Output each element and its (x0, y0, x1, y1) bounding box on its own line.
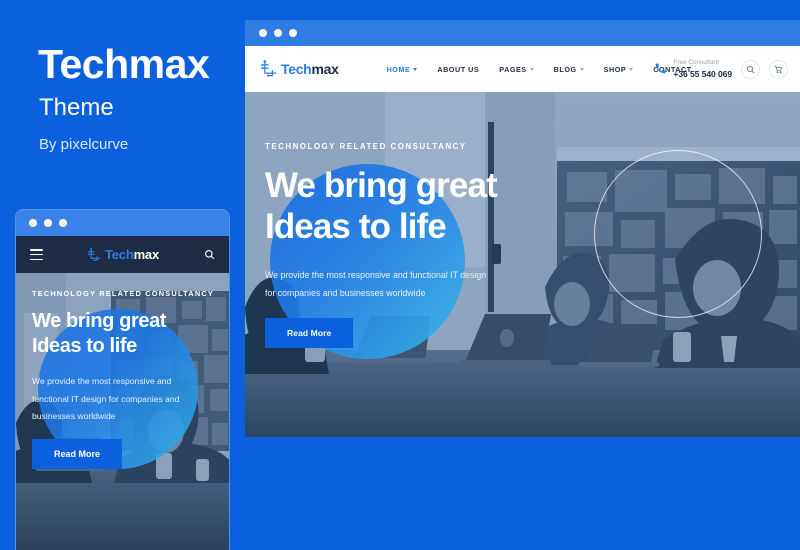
hamburger-icon[interactable] (30, 249, 43, 263)
hero-heading: We bring great Ideas to life (265, 165, 498, 248)
cart-icon (774, 65, 783, 73)
promo-subtitle: Theme (39, 94, 114, 121)
close-dot-icon[interactable] (29, 219, 37, 227)
search-button[interactable] (741, 59, 760, 79)
hero-paragraph-line2: for companies and businesses worldwide (265, 287, 426, 298)
main-navigation: HOME ABOUT US PAGES BLOG SHOP CONTACT (377, 65, 702, 74)
mobile-hero-eyebrow: TECHNOLOGY RELATED CONSULTANCY (32, 289, 215, 298)
chevron-down-icon (629, 67, 634, 71)
hero-heading-line1: We bring great (265, 166, 498, 205)
mobile-search-button[interactable] (204, 247, 215, 265)
maximize-dot-icon[interactable] (289, 29, 297, 37)
site-logo[interactable]: Techmax (259, 59, 339, 79)
promo-title: Techmax (38, 41, 210, 87)
logo-text-primary: Tech (281, 61, 312, 77)
close-dot-icon[interactable] (259, 29, 267, 37)
nav-item-home[interactable]: HOME (377, 65, 428, 74)
read-more-button[interactable]: Read More (265, 317, 354, 348)
nav-label: HOME (386, 64, 411, 74)
mobile-hero-paragraph: We provide the most responsive and funct… (32, 376, 180, 421)
contact-text: Free Consultant +36 55 540 069 (673, 58, 732, 80)
mobile-hero-heading-line1: We bring great (32, 310, 167, 332)
hero-section: TECHNOLOGY RELATED CONSULTANCY We bring … (245, 92, 800, 437)
nav-label: SHOP (603, 64, 627, 74)
nav-item-about-us[interactable]: ABOUT US (427, 65, 489, 74)
hero-heading-line2: Ideas to life (265, 207, 447, 247)
chevron-down-icon (413, 67, 418, 71)
mobile-site-logo[interactable]: Techmax (86, 247, 159, 263)
nav-item-shop[interactable]: SHOP (594, 65, 644, 74)
site-header: Techmax HOME ABOUT US PAGES BLOG SHOP CO… (245, 46, 800, 92)
mobile-logo-primary: Tech (105, 247, 134, 262)
desktop-browser-mockup: Techmax HOME ABOUT US PAGES BLOG SHOP CO… (245, 20, 800, 550)
hero-eyebrow: TECHNOLOGY RELATED CONSULTANCY (265, 142, 467, 151)
cart-button[interactable] (769, 59, 788, 79)
mobile-hero-heading: We bring great Ideas to life (32, 309, 217, 359)
window-controls[interactable] (259, 29, 297, 37)
contact-label: Free Consultant (673, 59, 719, 67)
promo-author: By pixelcurve (39, 136, 129, 153)
hero-content: TECHNOLOGY RELATED CONSULTANCY We bring … (265, 142, 498, 348)
maximize-dot-icon[interactable] (59, 219, 67, 227)
browser-chrome-bar (245, 20, 800, 46)
nav-label: BLOG (553, 64, 577, 74)
header-actions: Free Consultant +36 55 540 069 (654, 46, 788, 92)
hero-paragraph-line1: We provide the most responsive and funct… (265, 269, 487, 280)
phone-icon (656, 64, 666, 74)
circuit-logo-icon (261, 60, 277, 77)
nav-item-blog[interactable]: BLOG (544, 65, 594, 74)
hero-paragraph: We provide the most responsive and funct… (265, 266, 497, 302)
circuit-logo-icon (87, 247, 100, 261)
mobile-hero-section: TECHNOLOGY RELATED CONSULTANCY We bring … (16, 273, 229, 550)
minimize-dot-icon[interactable] (274, 29, 282, 37)
nav-label: ABOUT US (437, 64, 480, 74)
nav-item-pages[interactable]: PAGES (489, 65, 543, 74)
hero-ring-decoration (594, 150, 762, 318)
mobile-read-more-button[interactable]: Read More (32, 438, 123, 469)
chevron-down-icon (529, 67, 534, 71)
search-icon (205, 250, 215, 260)
nav-label: PAGES (499, 64, 527, 74)
mobile-header: Techmax (16, 236, 229, 273)
logo-text: Techmax (281, 61, 339, 77)
mobile-chrome-bar (16, 210, 229, 236)
mobile-logo-text: Techmax (105, 247, 159, 262)
mobile-hero-content: TECHNOLOGY RELATED CONSULTANCY We bring … (32, 289, 217, 469)
chevron-down-icon (579, 67, 584, 71)
free-consultant-contact[interactable]: Free Consultant +36 55 540 069 (654, 58, 732, 80)
minimize-dot-icon[interactable] (44, 219, 52, 227)
search-icon (746, 65, 755, 73)
logo-text-secondary: max (311, 61, 339, 77)
contact-number: +36 55 540 069 (673, 68, 732, 79)
mobile-logo-secondary: max (133, 247, 160, 262)
mobile-window-controls[interactable] (29, 219, 67, 227)
mobile-hero-heading-line2: Ideas to life (32, 335, 137, 358)
mobile-browser-mockup: Techmax TECHNOLOGY RELATED CONSULTANCY W… (16, 210, 229, 550)
